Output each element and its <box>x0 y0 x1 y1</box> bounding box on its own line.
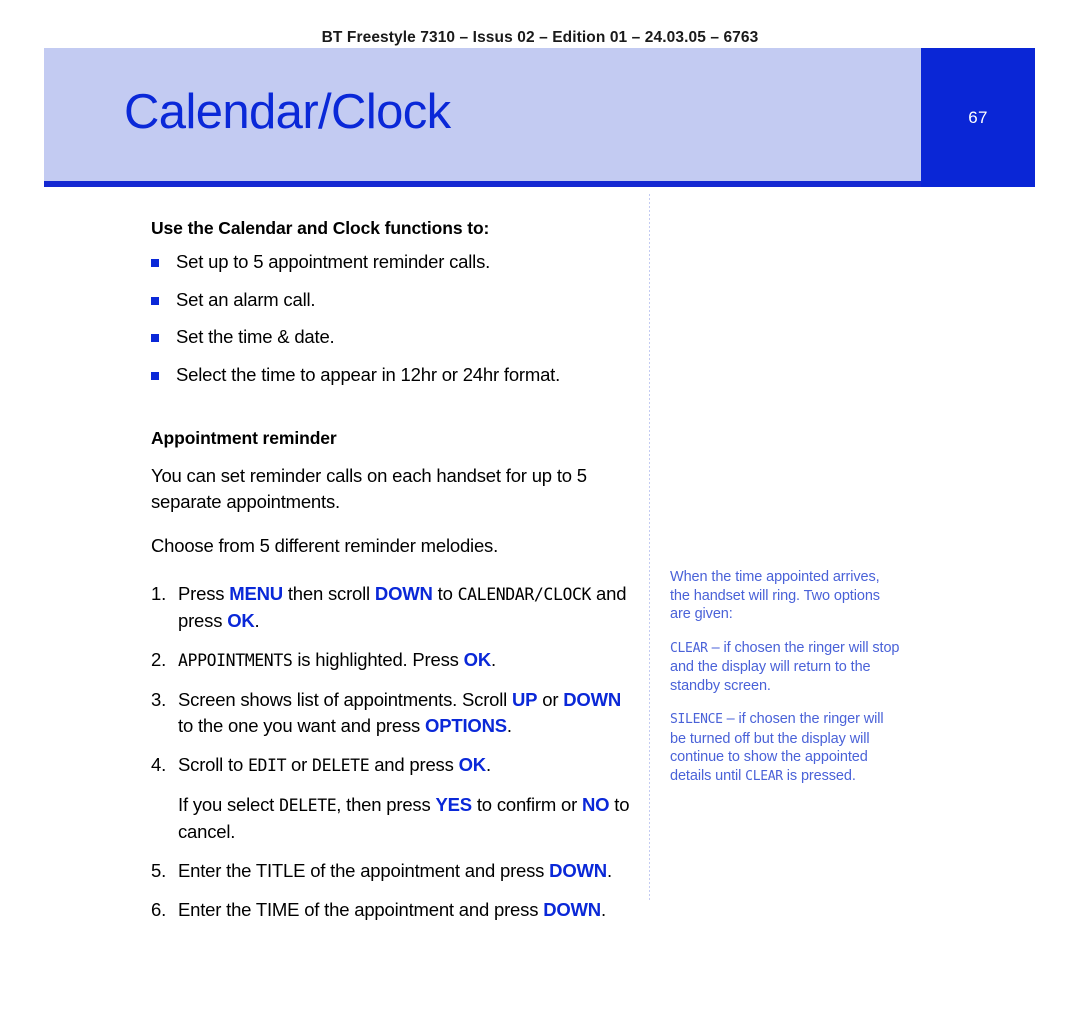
screen-text: CLEAR <box>670 640 708 656</box>
screen-text: CLEAR <box>745 768 783 784</box>
key-label: OK <box>463 649 492 670</box>
step-number: 2. <box>151 649 167 670</box>
key-label: UP <box>512 689 538 710</box>
text-run: , then press <box>336 794 436 815</box>
instruction-step: 6. Enter the TIME of the appointment and … <box>151 897 631 923</box>
list-item: Select the time to appear in 12hr or 24h… <box>151 363 631 385</box>
side-note-paragraph: CLEAR – if chosen the ringer will stop a… <box>670 639 900 696</box>
text-run: is highlighted. Press <box>292 649 464 670</box>
screen-text: DELETE <box>279 796 337 815</box>
text-run: Enter the TITLE of the appointment and p… <box>178 860 550 881</box>
paragraph-melodies: Choose from 5 different reminder melodie… <box>151 535 499 556</box>
text-run: . <box>491 649 496 670</box>
paragraph-reminder-calls: You can set reminder calls on each hands… <box>151 465 587 512</box>
screen-text: SILENCE <box>670 712 723 727</box>
instruction-step-continuation: If you select DELETE, then press YES to … <box>151 792 631 845</box>
text-run: When the time appointed arrives, the han… <box>670 569 880 622</box>
key-label: DOWN <box>543 899 601 920</box>
text-run: . <box>485 754 491 775</box>
text-run: . <box>600 899 606 920</box>
screen-text: EDIT <box>247 756 287 775</box>
list-item: Set the time & date. <box>151 326 631 347</box>
text-run: to confirm or <box>471 794 582 815</box>
list-item: Set up to 5 appointment reminder calls. <box>151 251 631 272</box>
page-title-banner: 67 Calendar/Clock <box>44 48 1035 187</box>
side-note-column: When the time appointed arrives, the han… <box>670 568 900 801</box>
text-run: Scroll to <box>178 754 248 775</box>
page-title: Calendar/Clock <box>124 85 451 139</box>
functions-bullet-list: Set up to 5 appointment reminder calls. S… <box>151 251 631 385</box>
square-bullet-icon <box>151 259 159 267</box>
text-run: then scroll <box>282 583 375 604</box>
text-run: or <box>537 689 564 710</box>
running-header: BT Freestyle 7310 – Issus 02 – Edition 0… <box>321 29 759 46</box>
text-run: to <box>432 583 458 604</box>
key-label: DOWN <box>563 689 622 710</box>
text-run: is pressed. <box>782 767 856 784</box>
step-number: 6. <box>151 899 167 920</box>
heading-appointment-reminder: Appointment reminder <box>151 428 337 448</box>
instruction-step: 4. Scroll to EDIT or DELETE and press OK. <box>151 752 631 779</box>
key-label: OK <box>458 754 487 775</box>
text-run: . <box>254 610 260 631</box>
square-bullet-icon <box>151 334 159 342</box>
banner-underline-rule <box>44 181 921 187</box>
instruction-step: 3. Screen shows list of appointments. Scr… <box>151 687 631 739</box>
instruction-steps-list: 1. Press MENU then scroll DOWN to CALENDA… <box>151 581 631 923</box>
instruction-step: 5. Enter the TITLE of the appointment and… <box>151 858 631 884</box>
key-label: OK <box>227 610 255 631</box>
step-number: 4. <box>151 754 167 775</box>
text-run: or <box>286 754 313 775</box>
text-run: and press <box>369 754 459 775</box>
text-run: to the one you want and press <box>178 715 426 736</box>
key-label: YES <box>435 794 472 815</box>
text-run: . <box>506 715 512 736</box>
text-run: Enter the TIME of the appointment and pr… <box>178 899 544 920</box>
instruction-step: 2. APPOINTMENTS is highlighted. Press OK. <box>151 647 631 674</box>
step-number: 5. <box>151 860 167 881</box>
square-bullet-icon <box>151 296 159 305</box>
key-label: MENU <box>229 583 283 604</box>
side-note-paragraph: SILENCE – if chosen the ringer will be t… <box>670 710 900 786</box>
text-run: Screen shows list of appointments. Scrol… <box>178 689 513 710</box>
screen-text: CALENDAR/CLOCK <box>457 585 592 604</box>
key-label: NO <box>582 794 610 815</box>
screen-text: DELETE <box>312 756 370 775</box>
instruction-step: 1. Press MENU then scroll DOWN to CALENDA… <box>151 581 631 634</box>
key-label: DOWN <box>374 583 433 604</box>
step-number: 3. <box>151 689 167 710</box>
side-note-paragraph: When the time appointed arrives, the han… <box>670 568 900 624</box>
list-item-label: Set the time & date. <box>176 326 335 347</box>
text-run: . <box>606 860 612 881</box>
main-content-column: Use the Calendar and Clock functions to:… <box>151 218 631 936</box>
square-bullet-icon <box>151 371 159 380</box>
column-divider <box>649 194 650 900</box>
heading-functions: Use the Calendar and Clock functions to: <box>151 218 490 238</box>
list-item: Set an alarm call. <box>151 288 631 310</box>
text-run: If you select <box>178 794 280 815</box>
key-label: DOWN <box>549 860 607 881</box>
list-item-label: Set an alarm call. <box>176 288 316 310</box>
text-run: Press <box>178 583 230 604</box>
list-item-label: Set up to 5 appointment reminder calls. <box>176 251 491 272</box>
step-number: 1. <box>151 583 167 604</box>
screen-text: APPOINTMENTS <box>178 651 293 670</box>
key-label: OPTIONS <box>425 715 507 736</box>
list-item-label: Select the time to appear in 12hr or 24h… <box>176 363 561 385</box>
page-number: 67 <box>968 107 988 127</box>
